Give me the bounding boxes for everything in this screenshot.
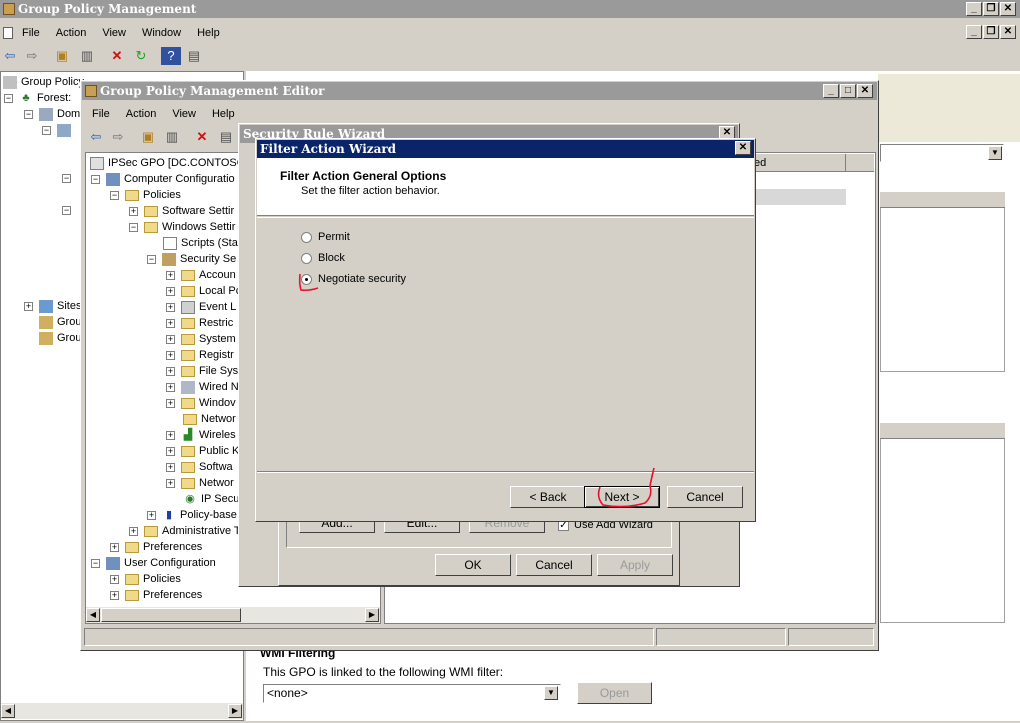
annotation-overlay (298, 273, 655, 508)
annotation-mark-negotiate (298, 273, 319, 292)
annotation-mark-next (597, 467, 655, 508)
